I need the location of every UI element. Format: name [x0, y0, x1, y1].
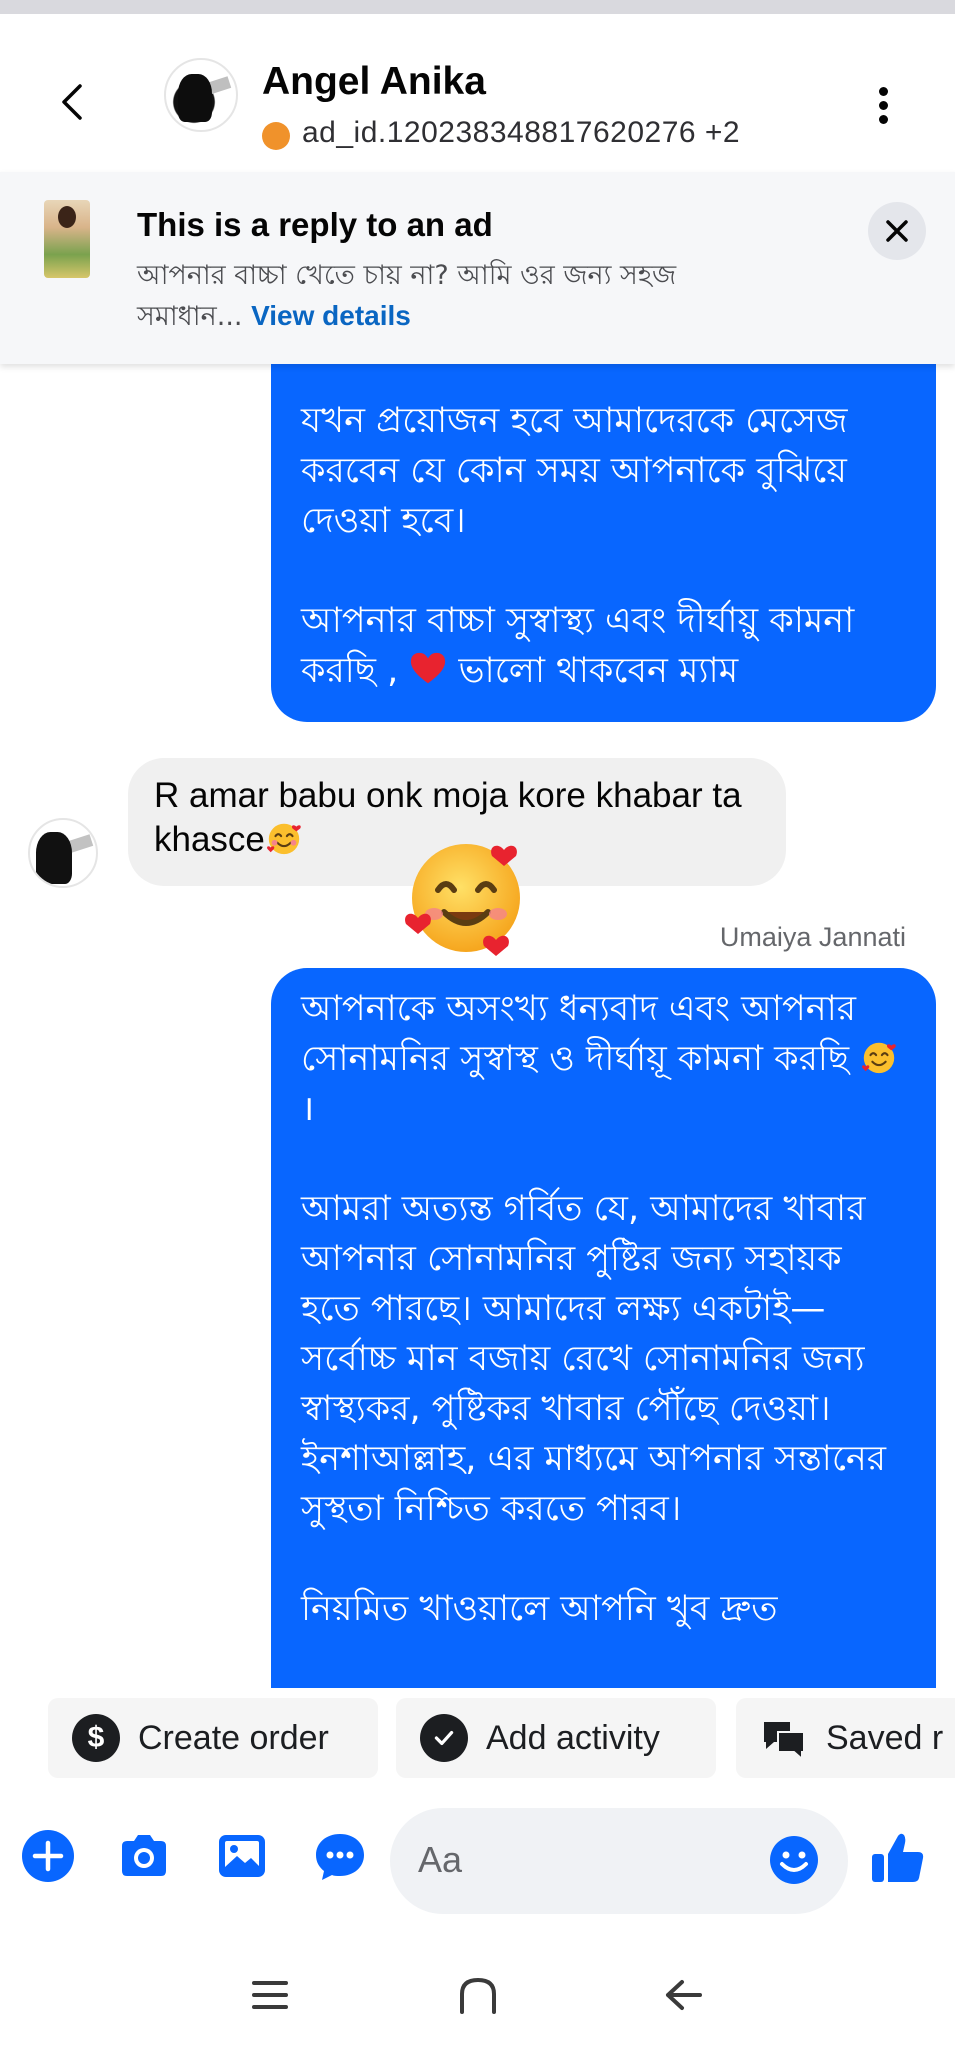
- message-paragraph: যখন প্রয়োজন হবে আমাদেরকে মেসেজ করবেন যে…: [301, 401, 848, 541]
- add-button[interactable]: [20, 1828, 76, 1884]
- dollar-icon: $: [72, 1714, 120, 1762]
- chevron-left-icon: [62, 84, 82, 120]
- message-composer: [0, 1808, 955, 1920]
- conversation-header: Angel Anika ad_id.120238348817620276 +2: [0, 14, 955, 172]
- thumbs-up-icon[interactable]: [868, 1828, 928, 1888]
- gallery-icon: [219, 1835, 265, 1877]
- emoji-icon[interactable]: [768, 1834, 820, 1886]
- quick-actions-bar: $ Create order Add activity Saved r: [0, 1688, 955, 1808]
- outgoing-message[interactable]: আপনাকে অসংখ্য ধন্যবাদ এবং আপনার সোনামনির…: [271, 968, 936, 1688]
- back-button[interactable]: [50, 74, 94, 130]
- system-navigation-bar: [0, 1940, 955, 2047]
- ad-reply-banner: This is a reply to an ad আপনার বাচ্চা খে…: [0, 172, 955, 364]
- recent-apps-icon[interactable]: [240, 1970, 300, 2020]
- message-paragraph: আপনাকে অসংখ্য ধন্যবাদ এবং আপনার সোনামনির…: [301, 984, 906, 1134]
- message-paragraph: নিয়মিত খাওয়ালে আপনি খুব দ্রুত: [301, 1589, 778, 1629]
- chat-bubble-icon: [316, 1834, 364, 1880]
- ad-banner-body: আপনার বাচ্চা খেতে চায় না? আমি ওর জন্য স…: [137, 256, 757, 337]
- smiling-face-with-hearts-icon[interactable]: [400, 828, 536, 964]
- message-input-field[interactable]: [390, 1808, 848, 1914]
- sender-avatar[interactable]: [28, 818, 98, 888]
- message-input[interactable]: [418, 1834, 748, 1886]
- camera-button[interactable]: [116, 1828, 172, 1884]
- ad-banner-title: This is a reply to an ad: [137, 206, 493, 243]
- close-icon: [886, 220, 908, 242]
- add-activity-button[interactable]: Add activity: [396, 1698, 716, 1778]
- gallery-button[interactable]: [214, 1828, 270, 1884]
- red-heart-icon: [411, 652, 446, 684]
- more-vertical-icon: [868, 87, 898, 124]
- chip-label: Add activity: [486, 1718, 660, 1757]
- message-paragraph: আমরা অত্যন্ত গর্বিত যে, আমাদের খাবার আপন…: [301, 1189, 887, 1529]
- create-order-button[interactable]: $ Create order: [48, 1698, 378, 1778]
- sender-label: Umaiya Jannati: [719, 922, 906, 952]
- contact-name[interactable]: Angel Anika: [262, 60, 486, 104]
- status-bar: [0, 0, 955, 14]
- chip-label: Create order: [138, 1718, 329, 1757]
- close-ad-banner-button[interactable]: [868, 202, 926, 260]
- camera-icon: [122, 1835, 166, 1876]
- saved-replies-button[interactable]: Saved r: [736, 1698, 955, 1778]
- more-options-button[interactable]: [868, 84, 898, 130]
- plus-icon: [22, 1830, 74, 1882]
- contact-avatar[interactable]: [164, 58, 238, 132]
- smiling-face-with-hearts-icon: [266, 823, 301, 855]
- back-icon[interactable]: [654, 1970, 714, 2020]
- chip-label: Saved r: [826, 1718, 944, 1757]
- outgoing-message[interactable]: যখন প্রয়োজন হবে আমাদেরকে মেসেজ করবেন যে…: [271, 364, 936, 722]
- home-icon[interactable]: [448, 1970, 508, 2020]
- smiling-face-with-hearts-icon: [862, 1042, 896, 1074]
- check-circle-icon: [420, 1714, 468, 1762]
- presence-indicator: [262, 122, 290, 150]
- ad-thumbnail[interactable]: [44, 200, 90, 278]
- contact-subtitle: ad_id.120238348817620276 +2: [302, 116, 741, 149]
- view-details-link[interactable]: View details: [251, 300, 411, 331]
- message-paragraph: আপনার বাচ্চা সুস্বাস্থ্য এবং দীর্ঘায়ু ক…: [301, 601, 855, 691]
- chat-bubbles-icon: [760, 1714, 808, 1762]
- chat-bubble-button[interactable]: [312, 1828, 368, 1884]
